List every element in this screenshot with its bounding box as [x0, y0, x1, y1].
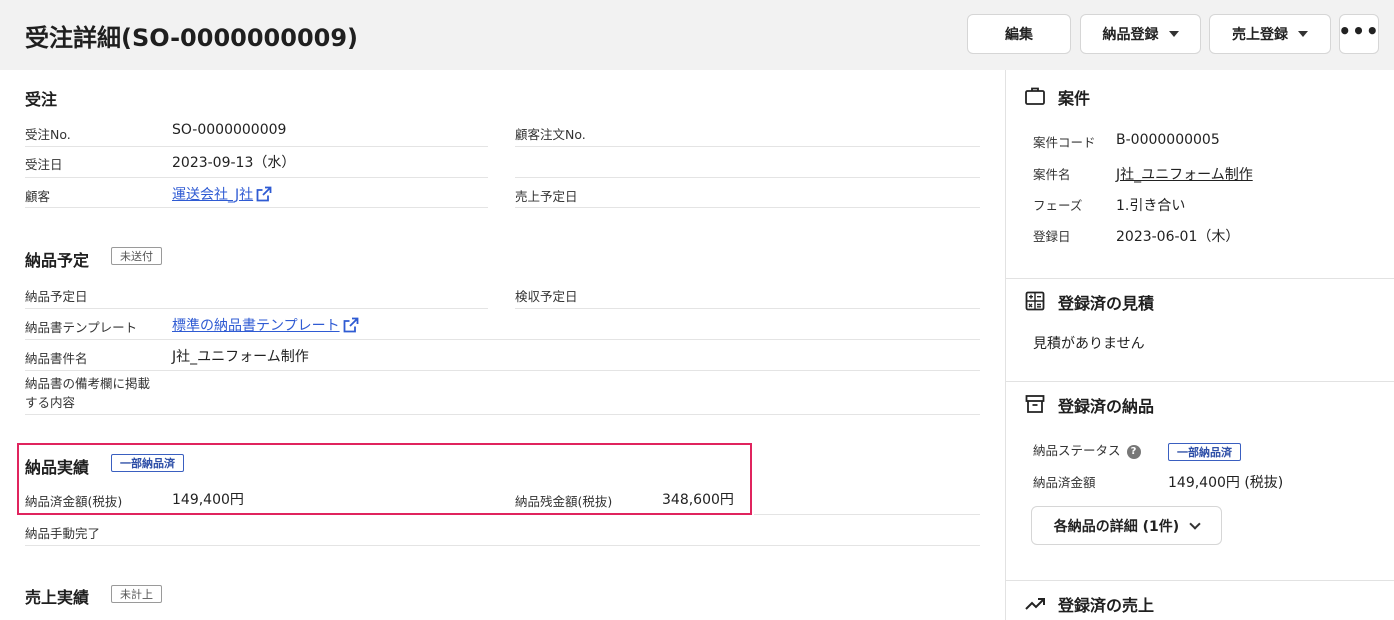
row-divider	[25, 308, 488, 309]
project-date-value: 2023-06-01（木）	[1116, 229, 1240, 245]
calculator-icon	[1025, 291, 1045, 311]
inspection-date-label: 検収予定日	[515, 289, 578, 304]
doc-name-value: J社_ユニフォーム制作	[172, 349, 309, 365]
caret-down-icon	[1298, 31, 1308, 37]
delivery-status-label: 納品ステータス?	[1033, 440, 1141, 459]
row-divider	[754, 514, 980, 515]
help-icon[interactable]: ?	[1126, 445, 1141, 459]
template-link[interactable]: 標準の納品書テンプレート	[172, 315, 359, 335]
template-link-text[interactable]: 標準の納品書テンプレート	[172, 318, 340, 334]
page-title: 受注詳細(SO-0000000009)	[25, 24, 359, 52]
project-code-label: 案件コード	[1033, 135, 1096, 150]
chevron-down-icon	[1189, 517, 1201, 530]
status-badge: 一部納品済	[1168, 443, 1241, 461]
delivery-status-label-text: 納品ステータス	[1033, 443, 1121, 458]
project-phase-value: 1.引き合い	[1116, 198, 1186, 214]
order-no-label: 受注No.	[25, 127, 71, 142]
sales-register-button[interactable]: 売上登録	[1209, 14, 1331, 54]
row-divider	[515, 146, 980, 147]
row-divider	[25, 545, 980, 546]
estimates-empty-text: 見積がありません	[1033, 336, 1145, 352]
row-divider	[25, 146, 488, 147]
page-header: 受注詳細(SO-0000000009) 編集 納品登録 売上登録 •••	[0, 0, 1394, 70]
customer-order-no-label: 顧客注文No.	[515, 127, 586, 142]
project-code-value: B-0000000005	[1116, 132, 1220, 148]
row-divider	[25, 207, 488, 208]
customer-link[interactable]: 運送会社_J社	[172, 184, 272, 204]
row-divider	[25, 414, 980, 415]
row-divider	[25, 339, 980, 340]
row-divider	[515, 207, 980, 208]
trending-up-icon	[1025, 598, 1045, 610]
order-section-title: 受注	[25, 90, 58, 109]
sales-actual-title: 売上実績	[25, 588, 90, 607]
project-name-label: 案件名	[1033, 167, 1071, 182]
panel-divider	[1005, 70, 1006, 620]
delivered-amount-value: 149,400円	[172, 492, 244, 508]
edit-button-label: 編集	[1005, 27, 1033, 43]
panel-divider	[1006, 580, 1394, 581]
project-name-link[interactable]: J社_ユニフォーム制作	[1116, 164, 1253, 184]
customer-label: 顧客	[25, 189, 51, 204]
panel-divider	[1006, 381, 1394, 382]
sales-date-label: 売上予定日	[515, 189, 578, 204]
project-date-label: 登録日	[1033, 229, 1071, 244]
status-badge: 一部納品済	[111, 454, 184, 472]
deliveries-title: 登録済の納品	[1058, 397, 1155, 416]
delivered-amount-label: 納品済金額(税抜)	[25, 494, 123, 509]
order-no-value: SO-0000000009	[172, 122, 287, 138]
template-label: 納品書テンプレート	[25, 320, 138, 335]
more-button[interactable]: •••	[1338, 14, 1380, 54]
delivery-plan-title: 納品予定	[25, 251, 90, 270]
caret-down-icon	[1168, 31, 1179, 37]
archive-box-icon	[1025, 395, 1045, 413]
panel-divider	[1006, 278, 1394, 279]
delivery-details-label: 各納品の詳細 (1件)	[1053, 518, 1180, 535]
order-date-label: 受注日	[25, 157, 63, 172]
delivery-register-label: 納品登録	[1102, 27, 1159, 43]
status-badge: 未送付	[111, 247, 162, 265]
row-divider	[25, 177, 488, 178]
project-title: 案件	[1058, 89, 1091, 108]
status-badge: 未計上	[111, 585, 162, 603]
remarks-label-line1: 納品書の備考欄に掲載	[25, 376, 151, 391]
remarks-label-line2: する内容	[25, 395, 76, 410]
delivery-details-button[interactable]: 各納品の詳細 (1件)	[1031, 506, 1222, 545]
estimates-title: 登録済の見積	[1058, 294, 1155, 313]
project-phase-label: フェーズ	[1033, 198, 1083, 213]
manual-complete-label: 納品手動完了	[25, 526, 101, 541]
edit-button[interactable]: 編集	[967, 14, 1071, 54]
external-link-icon[interactable]	[343, 317, 359, 333]
delivery-actual-title: 納品実績	[25, 458, 90, 477]
order-date-value: 2023-09-13（水）	[172, 155, 296, 171]
delivered-amount-value: 149,400円 (税抜)	[1168, 475, 1284, 491]
row-divider	[515, 177, 980, 178]
customer-link-text[interactable]: 運送会社_J社	[172, 187, 253, 203]
delivered-amount-label: 納品済金額	[1033, 475, 1096, 490]
row-divider	[25, 370, 980, 371]
external-link-icon[interactable]	[256, 186, 272, 202]
row-divider	[515, 308, 980, 309]
sales-title: 登録済の売上	[1058, 596, 1155, 615]
remaining-amount-label: 納品残金額(税抜)	[515, 494, 613, 509]
remaining-amount-value: 348,600円	[662, 492, 734, 508]
delivery-date-label: 納品予定日	[25, 289, 88, 304]
more-icon: •••	[1338, 19, 1380, 43]
doc-name-label: 納品書件名	[25, 351, 88, 366]
sales-register-label: 売上登録	[1232, 27, 1288, 43]
briefcase-icon	[1025, 87, 1045, 105]
delivery-register-button[interactable]: 納品登録	[1080, 14, 1201, 54]
